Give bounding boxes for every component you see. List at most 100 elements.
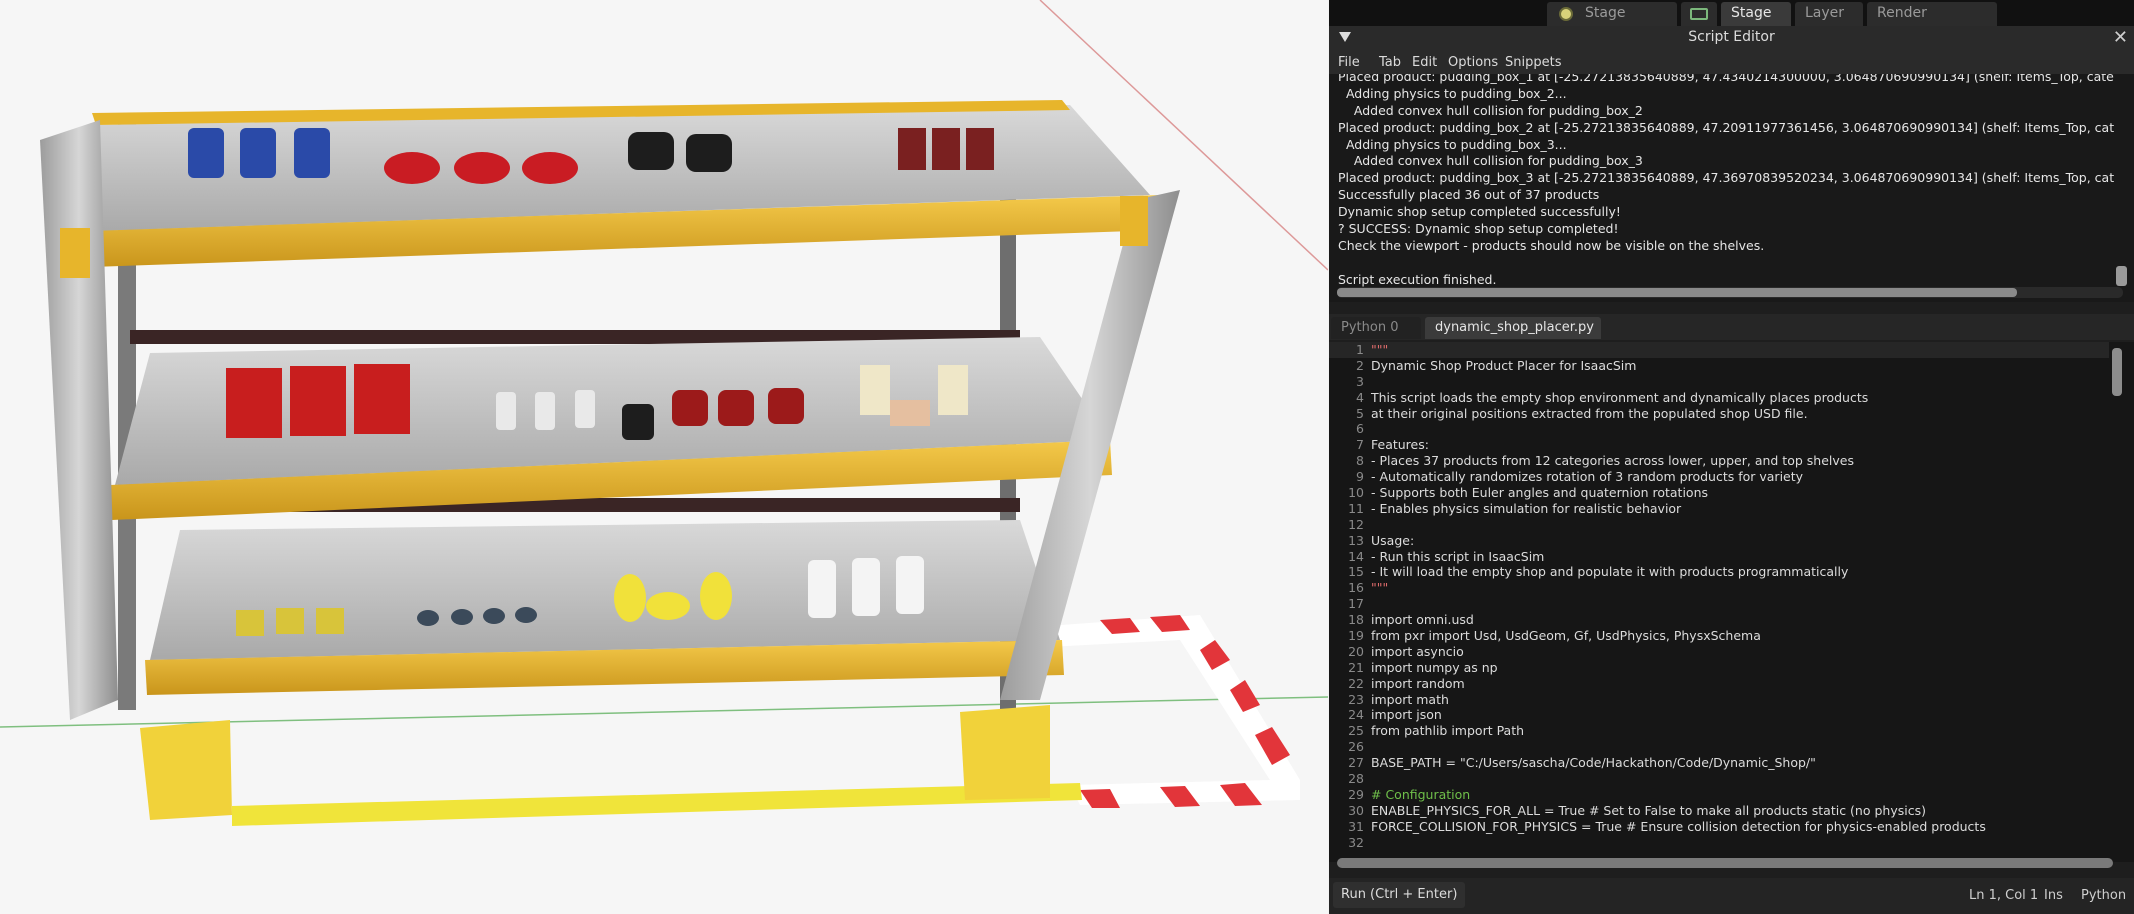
code-line: 23 import math bbox=[1329, 692, 2109, 708]
top-tab-bar: Stage Lights Stage Layer Render Settings bbox=[1329, 0, 2134, 43]
code-line: 22 import random bbox=[1329, 676, 2109, 692]
code-text: ENABLE_PHYSICS_FOR_ALL = True # Set to F… bbox=[1371, 802, 1926, 818]
code-line: 16 """ bbox=[1329, 580, 2109, 596]
code-line: 29 # Configuration bbox=[1329, 787, 2109, 803]
light-bulb-icon bbox=[1559, 7, 1573, 21]
code-text: import asyncio bbox=[1371, 643, 1464, 659]
code-text: - Supports both Euler angles and quatern… bbox=[1371, 485, 1709, 501]
code-line: 13 Usage: bbox=[1329, 533, 2109, 549]
line-number: 16 bbox=[1348, 580, 1364, 596]
line-number: 23 bbox=[1348, 691, 1364, 707]
code-text: import math bbox=[1371, 691, 1449, 707]
left-upright-guard bbox=[140, 720, 232, 820]
status-bar: Run (Ctrl + Enter) Ln 1, Col 1 Ins Pytho… bbox=[1329, 878, 2134, 914]
tab-layer-label: Layer bbox=[1805, 5, 1845, 21]
code-line: 18 import omni.usd bbox=[1329, 612, 2109, 628]
tab-dynamic-shop-placer[interactable]: dynamic_shop_placer.py bbox=[1425, 317, 1601, 339]
floor-axis-line bbox=[0, 696, 1328, 728]
output-line: Successfully placed 36 out of 37 product… bbox=[1338, 187, 1600, 203]
code-line: 20 import asyncio bbox=[1329, 644, 2109, 660]
tab-python-0[interactable]: Python 0 bbox=[1331, 317, 1421, 339]
code-line: 1 """ bbox=[1329, 342, 2109, 358]
code-line: 26 bbox=[1329, 739, 2109, 755]
tab-layer[interactable]: Layer bbox=[1795, 2, 1863, 26]
code-line: 4 This script loads the empty shop enviro… bbox=[1329, 390, 2109, 406]
code-text: - It will load the empty shop and popula… bbox=[1371, 564, 1849, 580]
code-line: 27 BASE_PATH = "C:/Users/sascha/Code/Hack… bbox=[1329, 755, 2109, 771]
language-mode[interactable]: Python bbox=[2081, 888, 2126, 903]
cursor-position: Ln 1, Col 1 bbox=[1969, 888, 2039, 903]
code-editor[interactable]: 1 """ 2 Dynamic Shop Product Placer for Isa… bbox=[1329, 342, 2134, 862]
scene-render bbox=[0, 0, 1328, 826]
code-line: 9 - Automatically randomizes rotation of … bbox=[1329, 469, 2109, 485]
line-number: 20 bbox=[1348, 643, 1364, 659]
output-horizontal-scrollbar[interactable] bbox=[1337, 287, 2123, 298]
line-number: 24 bbox=[1348, 707, 1364, 723]
code-text: import json bbox=[1371, 707, 1442, 723]
output-line: Placed product: pudding_box_1 at [-25.27… bbox=[1338, 74, 2114, 84]
output-line: Adding physics to pudding_box_3... bbox=[1338, 136, 1567, 152]
code-tab-bar: Python 0 dynamic_shop_placer.py bbox=[1329, 314, 2134, 340]
code-text: import random bbox=[1371, 675, 1465, 691]
viewport[interactable] bbox=[0, 0, 1328, 914]
code-line: 32 bbox=[1329, 835, 2109, 851]
line-number: 15 bbox=[1348, 564, 1364, 580]
run-button[interactable]: Run (Ctrl + Enter) bbox=[1333, 882, 1466, 908]
line-number: 1 bbox=[1356, 342, 1364, 357]
code-line: 31 FORCE_COLLISION_FOR_PHYSICS = True # E… bbox=[1329, 819, 2109, 835]
line-number: 17 bbox=[1348, 596, 1364, 612]
menu-tab[interactable]: Tab bbox=[1379, 55, 1401, 70]
output-line: Placed product: pudding_box_3 at [-25.27… bbox=[1338, 170, 2114, 186]
line-number: 31 bbox=[1348, 818, 1364, 834]
output-line: Added convex hull collision for pudding_… bbox=[1338, 102, 1643, 118]
code-line: 14 - Run this script in IsaacSim bbox=[1329, 549, 2109, 565]
tab-stage[interactable]: Stage bbox=[1721, 2, 1791, 26]
line-number: 14 bbox=[1348, 548, 1364, 564]
code-line: 30 ENABLE_PHYSICS_FOR_ALL = True # Set to… bbox=[1329, 803, 2109, 819]
script-editor-title: Script Editor bbox=[1688, 29, 1775, 45]
code-line: 17 bbox=[1329, 596, 2109, 612]
code-line: 5 at their original positions extracted f… bbox=[1329, 406, 2109, 422]
menu-edit[interactable]: Edit bbox=[1412, 55, 1437, 70]
code-line: 25 from pathlib import Path bbox=[1329, 723, 2109, 739]
line-number: 28 bbox=[1348, 771, 1364, 787]
code-text: import numpy as np bbox=[1371, 659, 1498, 675]
code-text: Dynamic Shop Product Placer for IsaacSim bbox=[1371, 357, 1637, 373]
close-icon[interactable]: ✕ bbox=[2113, 27, 2128, 48]
line-number: 11 bbox=[1348, 500, 1364, 516]
code-text: from pathlib import Path bbox=[1371, 723, 1525, 739]
tab-viewport-toggle[interactable] bbox=[1681, 2, 1717, 26]
menu-options[interactable]: Options bbox=[1448, 55, 1498, 70]
code-horizontal-scrollbar[interactable] bbox=[1337, 858, 2113, 868]
line-number: 12 bbox=[1348, 516, 1364, 532]
code-text: """ bbox=[1371, 342, 1389, 357]
output-horizontal-scrollbar-thumb[interactable] bbox=[1337, 288, 2017, 297]
code-line: 6 bbox=[1329, 421, 2109, 437]
code-text: Features: bbox=[1371, 437, 1429, 453]
code-line: 11 - Enables physics simulation for reali… bbox=[1329, 501, 2109, 517]
right-upright-guard bbox=[960, 705, 1050, 800]
output-line: Dynamic shop setup completed successfull… bbox=[1338, 204, 1621, 220]
code-text: at their original positions extracted fr… bbox=[1371, 405, 1808, 421]
code-text: """ bbox=[1371, 580, 1389, 596]
code-text: import omni.usd bbox=[1371, 612, 1474, 628]
output-vertical-scrollbar[interactable] bbox=[2116, 266, 2127, 286]
line-number: 30 bbox=[1348, 802, 1364, 818]
tab-stage-label: Stage bbox=[1731, 5, 1772, 21]
code-text: BASE_PATH = "C:/Users/sascha/Code/Hackat… bbox=[1371, 755, 1816, 771]
code-text: # Configuration bbox=[1371, 786, 1471, 802]
menu-file[interactable]: File bbox=[1338, 55, 1360, 70]
code-line: 7 Features: bbox=[1329, 437, 2109, 453]
output-line: Placed product: pudding_box_2 at [-25.27… bbox=[1338, 119, 2114, 135]
output-line: Added convex hull collision for pudding_… bbox=[1338, 153, 1643, 169]
code-line: 28 bbox=[1329, 771, 2109, 787]
script-output-console[interactable]: Placed product: pudding_box_1 at [-25.27… bbox=[1329, 74, 2134, 302]
script-editor-title-bar: Script Editor ✕ bbox=[1329, 26, 2134, 50]
tab-render-settings[interactable]: Render Settings bbox=[1867, 2, 1997, 43]
menu-snippets[interactable]: Snippets bbox=[1505, 55, 1561, 70]
tab-stage-lights[interactable]: Stage Lights bbox=[1547, 2, 1677, 43]
line-number: 8 bbox=[1356, 453, 1364, 469]
code-vertical-scrollbar[interactable] bbox=[2112, 348, 2122, 396]
code-text: - Places 37 products from 12 categories … bbox=[1371, 453, 1854, 469]
